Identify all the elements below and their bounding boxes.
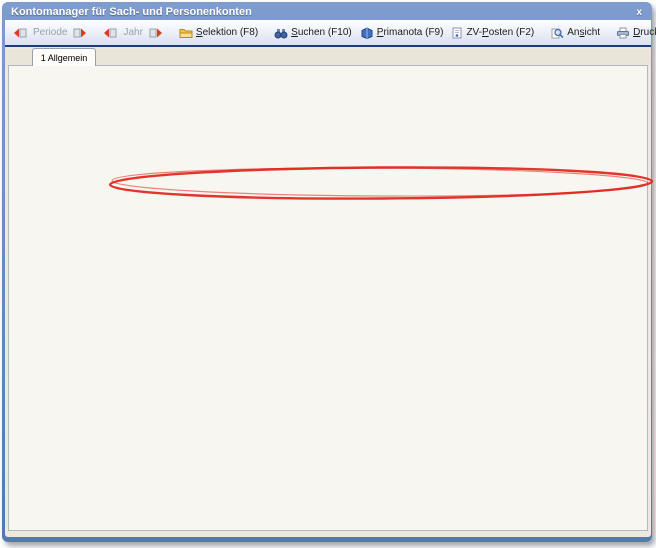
toolbar: Periode Jahr Selektion (F8) Suchen (F10)… [5,20,651,47]
suchen-button[interactable]: Suchen (F10) [270,25,356,41]
periode-back-button[interactable] [9,25,31,41]
primanota-button[interactable]: Primanota (F9) [356,25,448,41]
window-title: Kontomanager für Sach- und Personenkonte… [11,6,252,18]
suchen-button-label: Suchen (F10) [291,27,352,38]
tab-allgemein[interactable]: 1 Allgemein [32,48,96,66]
arrow-right-icon [73,27,87,39]
jahr-back-button[interactable] [99,25,121,41]
tab-strip [5,49,651,66]
arrow-left-icon [103,27,117,39]
document-icon [451,27,463,39]
ansicht-button[interactable]: Ansicht [546,25,604,41]
drucken-button-label: Drucken [633,27,656,38]
ansicht-button-label: Ansicht [567,27,600,38]
selektion-button-label: Selektion (F8) [196,27,258,38]
zv-posten-button-label: ZV-Posten (F2) [466,27,534,38]
magnifier-icon [550,27,564,39]
printer-icon [616,27,630,39]
primanota-button-label: Primanota (F9) [377,27,444,38]
zv-posten-button[interactable]: ZV-Posten (F2) [447,25,538,41]
folder-icon [179,27,193,39]
selektion-button[interactable]: Selektion (F8) [175,25,262,41]
jahr-label: Jahr [123,27,142,38]
title-bar: Kontomanager für Sach- und Personenkonte… [5,4,651,20]
close-button[interactable]: x [633,7,645,18]
jahr-forward-button[interactable] [145,25,167,41]
arrow-left-icon [13,27,27,39]
tab-page [8,65,648,531]
periode-label: Periode [33,27,67,38]
drucken-button[interactable]: Drucken [612,25,656,41]
binoculars-icon [274,27,288,39]
periode-forward-button[interactable] [69,25,91,41]
book-icon [360,27,374,39]
arrow-right-icon [149,27,163,39]
